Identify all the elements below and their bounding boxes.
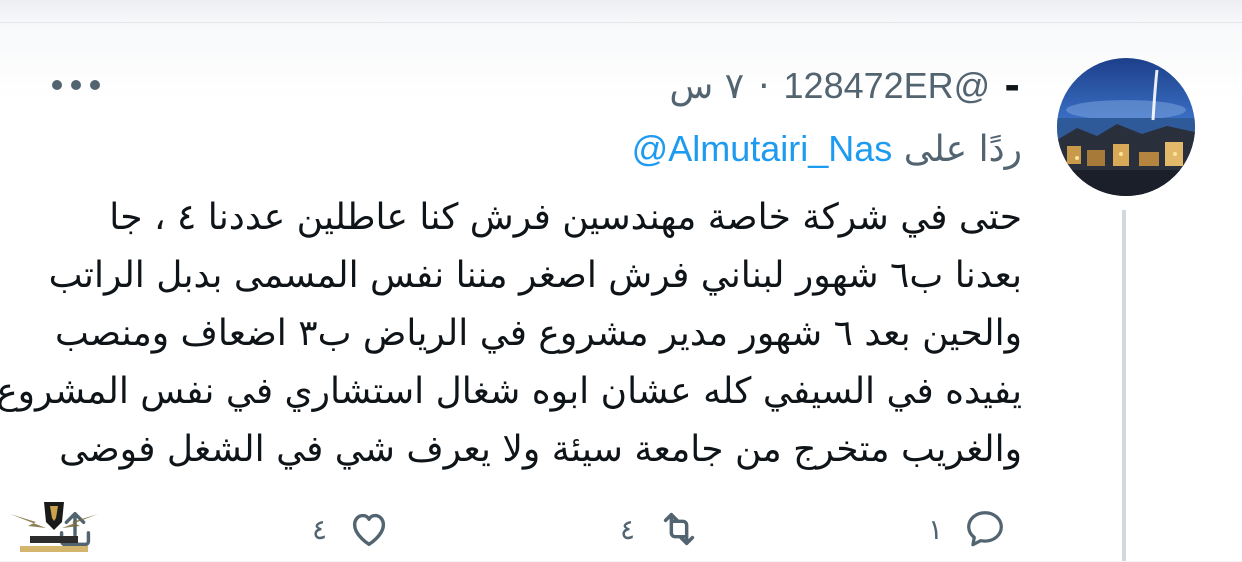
header-separator: - (1004, 64, 1020, 108)
tweet-timestamp[interactable]: ٧ س (669, 66, 744, 107)
like-count: ٤ (312, 512, 328, 546)
more-dots-icon (52, 80, 62, 90)
action-bar: ١ ٤ ٤ (0, 500, 1242, 560)
tweet-header: - @128472ER · ٧ س (669, 64, 1020, 108)
retweet-icon (663, 512, 695, 546)
tweet-text-line: والحين بعد ٦ شهور مدير مشروع في الرياض ب… (55, 313, 1022, 354)
author-handle[interactable]: @128472ER (784, 65, 991, 107)
tweet-text: حتى في شركة خاصة مهندسين فرش كنا عاطلين … (0, 189, 1022, 479)
tweet-text-line: يفيده في السيفي كله عشان ابوه شغال استشا… (0, 371, 1022, 412)
more-dot (90, 80, 100, 90)
replying-to-label: ردًا على (903, 129, 1022, 170)
tweet-text-line: بعدنا ب٦ شهور لبناني فرش اصغر مننا نفس ا… (48, 255, 1022, 296)
avatar[interactable] (1057, 58, 1195, 196)
header-dot: · (758, 65, 770, 107)
heart-icon (352, 513, 386, 547)
reply-button[interactable]: ١ (928, 506, 1009, 552)
retweet-button[interactable]: ٤ (620, 506, 705, 552)
tweet-text-line: والغريب متخرج من جامعة سيئة ولا يعرف شي … (59, 429, 1022, 470)
avatar-image (1057, 58, 1195, 196)
like-button[interactable]: ٤ (312, 506, 393, 552)
reply-bubble-icon (967, 511, 1003, 547)
tweet-text-line: حتى في شركة خاصة مهندسين فرش كنا عاطلين … (109, 197, 1022, 238)
top-divider (0, 0, 1242, 23)
retweet-count: ٤ (620, 512, 636, 546)
more-options-button[interactable] (52, 70, 100, 100)
reply-mention-link[interactable]: @Almutairi_Nas (632, 128, 893, 169)
more-dot (71, 80, 81, 90)
forum-watermark-logo (6, 496, 102, 558)
replying-to: ردًا على @Almutairi_Nas (632, 128, 1022, 170)
reply-count: ١ (928, 512, 944, 546)
